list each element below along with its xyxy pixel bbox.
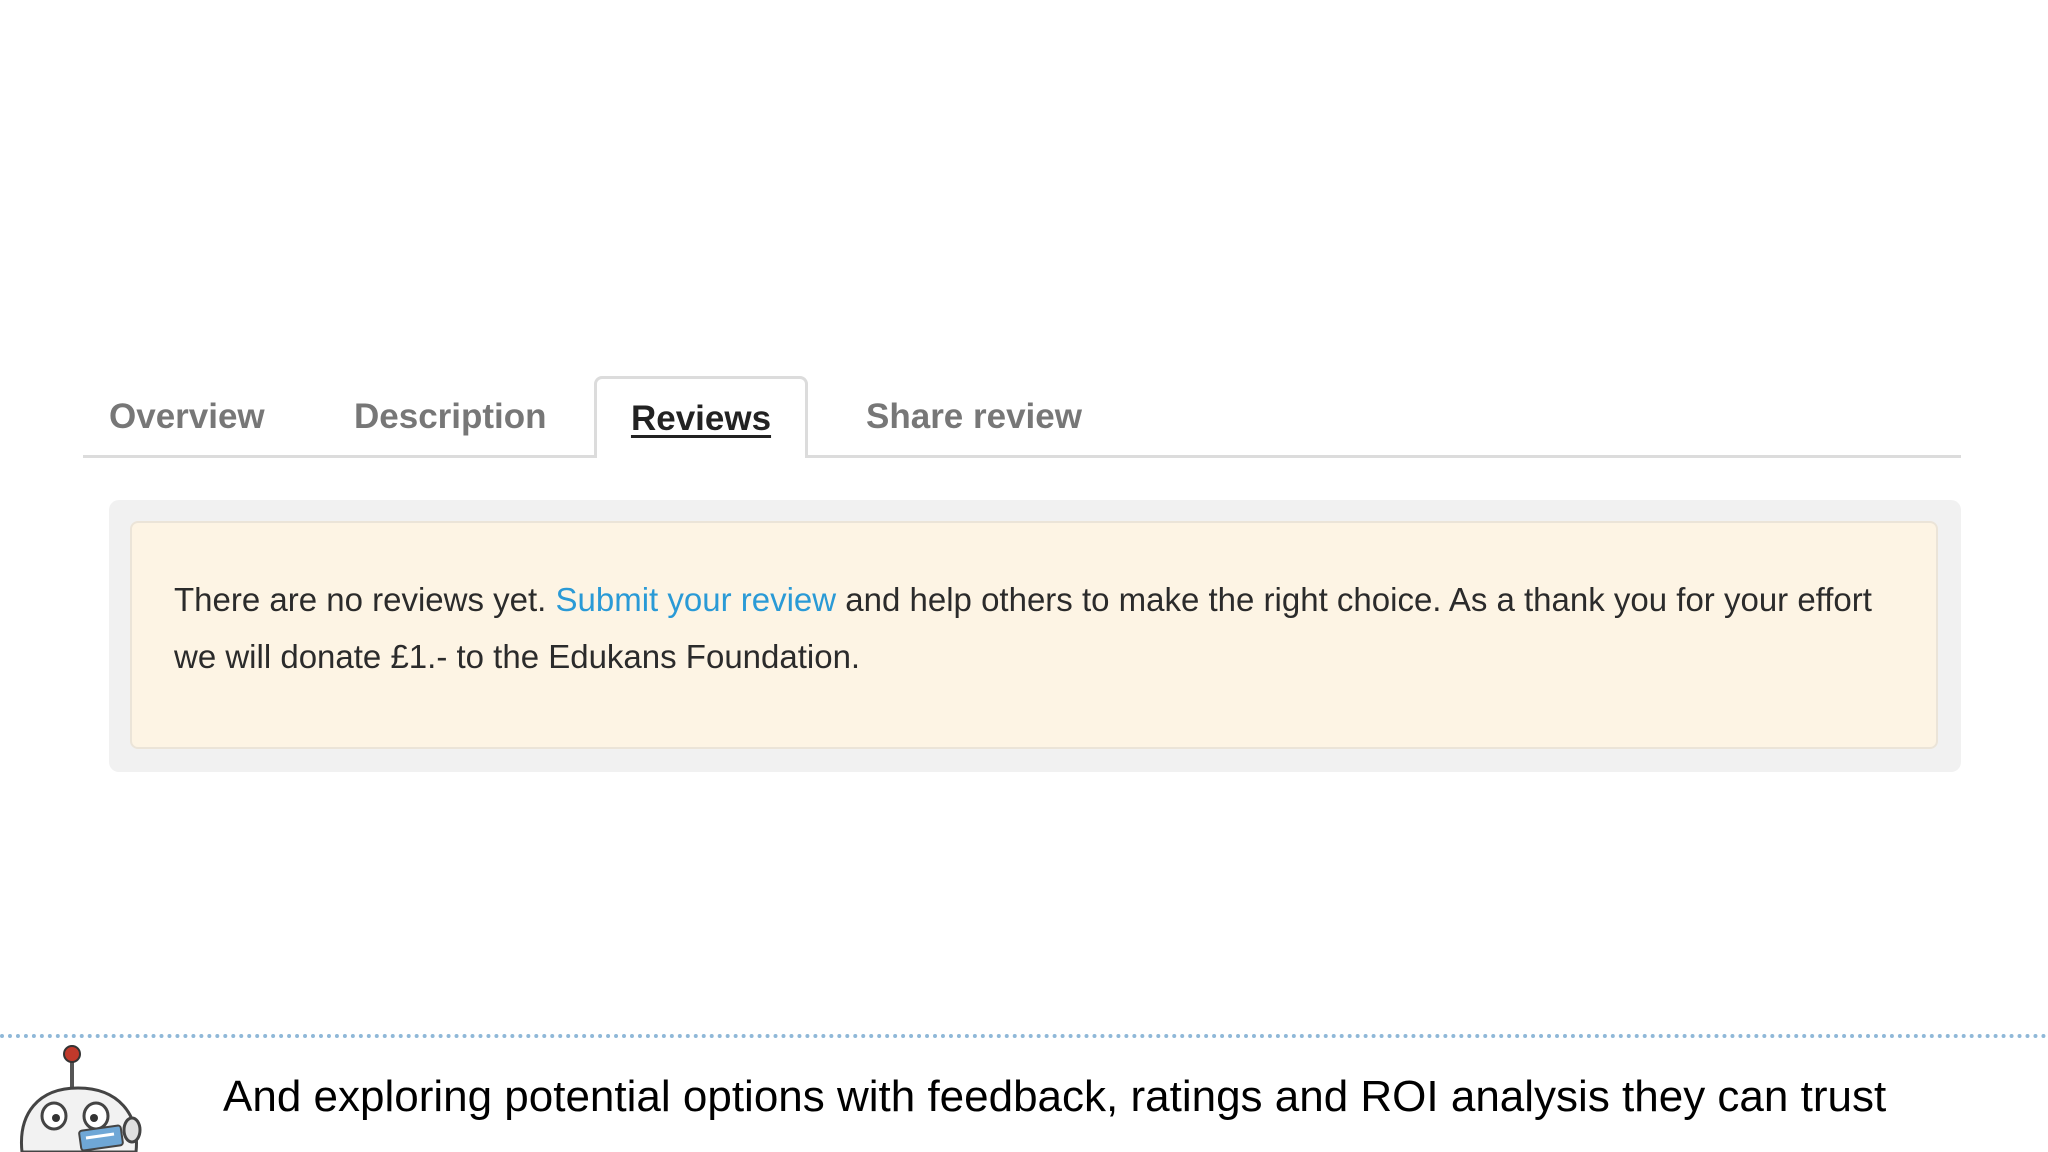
- caption-text: And exploring potential options with fee…: [223, 1072, 1887, 1121]
- submit-review-link[interactable]: Submit your review: [556, 581, 837, 618]
- no-reviews-notice: There are no reviews yet. Submit your re…: [130, 521, 1938, 749]
- tab-share-review[interactable]: Share review: [866, 376, 1082, 458]
- robot-mascot-icon: [8, 1044, 148, 1152]
- dotted-divider: [0, 1034, 2048, 1038]
- tab-reviews[interactable]: Reviews: [594, 376, 808, 458]
- notice-text-before: There are no reviews yet.: [174, 581, 556, 618]
- tab-description[interactable]: Description: [354, 376, 547, 458]
- tab-bar: Overview Description Reviews Share revie…: [83, 376, 1961, 458]
- tab-overview[interactable]: Overview: [109, 376, 265, 458]
- reviews-panel: There are no reviews yet. Submit your re…: [109, 500, 1961, 772]
